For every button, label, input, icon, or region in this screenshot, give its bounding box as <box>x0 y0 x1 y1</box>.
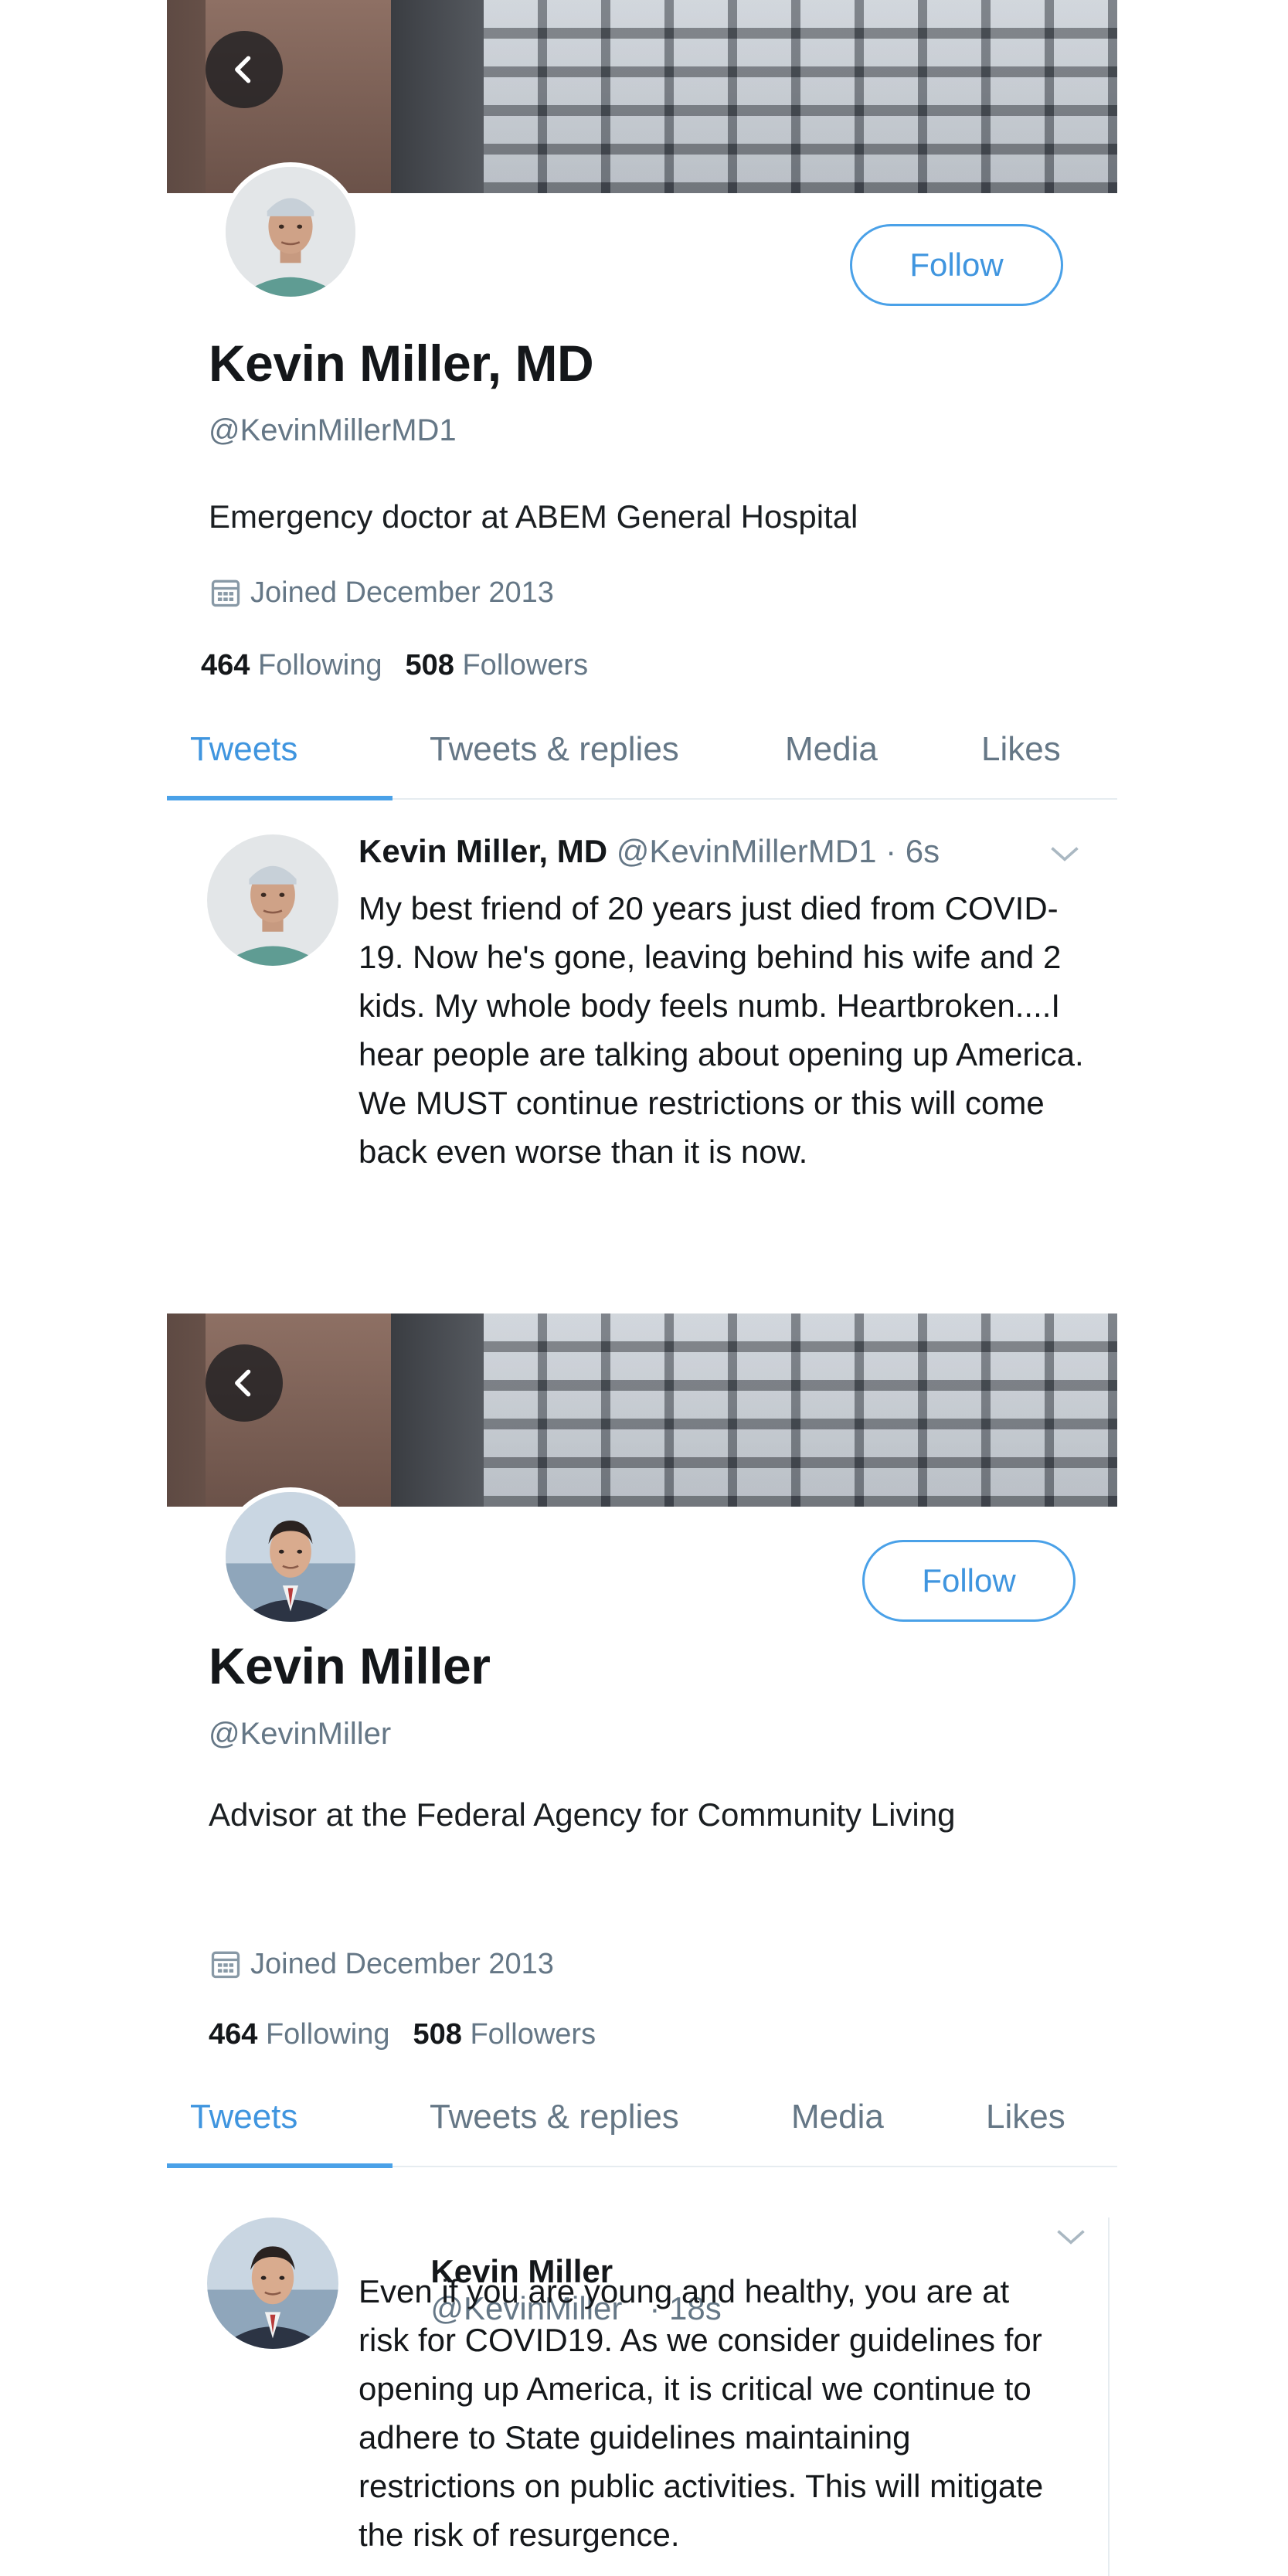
chevron-down-icon[interactable] <box>1048 842 1082 865</box>
follow-button[interactable]: Follow <box>850 224 1063 306</box>
follow-stats: 464 Following 508 Followers <box>209 2018 596 2051</box>
profile-joined: Joined December 2013 <box>209 576 554 610</box>
followers-label: Followers <box>470 2018 596 2051</box>
profile-tabs: Tweets Tweets & replies Media Likes <box>167 707 1117 800</box>
back-button[interactable] <box>206 1344 283 1422</box>
chevron-left-icon <box>235 1369 251 1397</box>
tab-tweets[interactable]: Tweets <box>190 2098 297 2136</box>
timeline-divider <box>1108 2217 1110 2576</box>
joined-text: Joined December 2013 <box>250 576 554 609</box>
profile-name: Kevin Miller <box>209 1637 491 1694</box>
following-label: Following <box>257 649 382 681</box>
avatar-suit-photo <box>226 1492 355 1622</box>
back-button[interactable] <box>206 31 283 108</box>
tab-tweets[interactable]: Tweets <box>190 730 297 769</box>
tweet-avatar[interactable] <box>207 834 338 966</box>
profile-avatar[interactable] <box>221 162 360 301</box>
calendar-icon <box>211 579 240 607</box>
follow-stats: 464 Following 508 Followers <box>201 649 588 682</box>
profile-banner-image <box>167 1313 1117 1507</box>
followers-link[interactable]: 508 Followers <box>406 649 589 681</box>
chevron-down-icon[interactable] <box>1054 2225 1088 2248</box>
profile-bio: Emergency doctor at ABEM General Hospita… <box>209 498 858 535</box>
profile-joined: Joined December 2013 <box>209 1947 554 1981</box>
tab-likes[interactable]: Likes <box>981 730 1061 769</box>
following-link[interactable]: 464 Following <box>201 649 382 681</box>
follow-button[interactable]: Follow <box>862 1540 1076 1622</box>
active-tab-indicator <box>167 796 393 800</box>
tweet-author-name[interactable]: Kevin Miller, MD <box>359 833 607 869</box>
following-count: 464 <box>209 2018 258 2051</box>
profile-avatar[interactable] <box>221 1487 360 1626</box>
tweet-text: My best friend of 20 years just died fro… <box>359 890 1084 1170</box>
profile-handle: @KevinMiller <box>209 1717 392 1751</box>
chevron-left-icon <box>235 56 251 83</box>
banner-building-edge <box>391 0 484 193</box>
followers-count: 508 <box>413 2018 462 2051</box>
avatar-suit-photo <box>207 2217 338 2349</box>
avatar-surgeon-photo <box>226 167 355 297</box>
followers-count: 508 <box>405 649 454 681</box>
tab-tweets-and-replies[interactable]: Tweets & replies <box>430 730 679 769</box>
profile-handle: @KevinMillerMD1 <box>209 413 457 447</box>
following-count: 464 <box>201 649 250 681</box>
tab-likes[interactable]: Likes <box>986 2098 1065 2136</box>
profile-name: Kevin Miller, MD <box>209 335 594 392</box>
profile-card-doctor: Follow Kevin Miller, MD @KevinMillerMD1 … <box>167 0 1117 1313</box>
active-tab-indicator <box>167 2163 393 2168</box>
banner-building-facade <box>484 0 1117 193</box>
followers-label: Followers <box>462 649 589 681</box>
profile-bio: Advisor at the Federal Agency for Commun… <box>209 1796 956 1833</box>
followers-link[interactable]: 508 Followers <box>413 2018 596 2051</box>
profile-tabs: Tweets Tweets & replies Media Likes <box>167 2075 1117 2168</box>
tweet-avatar[interactable] <box>207 2217 338 2349</box>
tab-media[interactable]: Media <box>791 2098 884 2136</box>
screenshot-page: Follow Kevin Miller, MD @KevinMillerMD1 … <box>0 0 1288 2576</box>
tab-tweets-and-replies[interactable]: Tweets & replies <box>430 2098 679 2136</box>
following-link[interactable]: 464 Following <box>209 2018 390 2051</box>
avatar-surgeon-photo <box>207 834 338 966</box>
banner-building-facade <box>484 1313 1117 1507</box>
tweet-header: Kevin Miller, MD @KevinMillerMD1 · 6s <box>359 833 940 870</box>
banner-building-edge <box>391 1313 484 1507</box>
tweet-handle-time: @KevinMillerMD1 · 6s <box>616 833 940 869</box>
tab-media[interactable]: Media <box>785 730 878 769</box>
tweet-text: Even if you are young and healthy, you a… <box>359 2273 1044 2553</box>
following-label: Following <box>265 2018 390 2051</box>
calendar-icon <box>211 1951 240 1979</box>
joined-text: Joined December 2013 <box>250 1947 554 1980</box>
profile-card-advisor: Follow Kevin Miller @KevinMiller Advisor… <box>167 1313 1117 2576</box>
